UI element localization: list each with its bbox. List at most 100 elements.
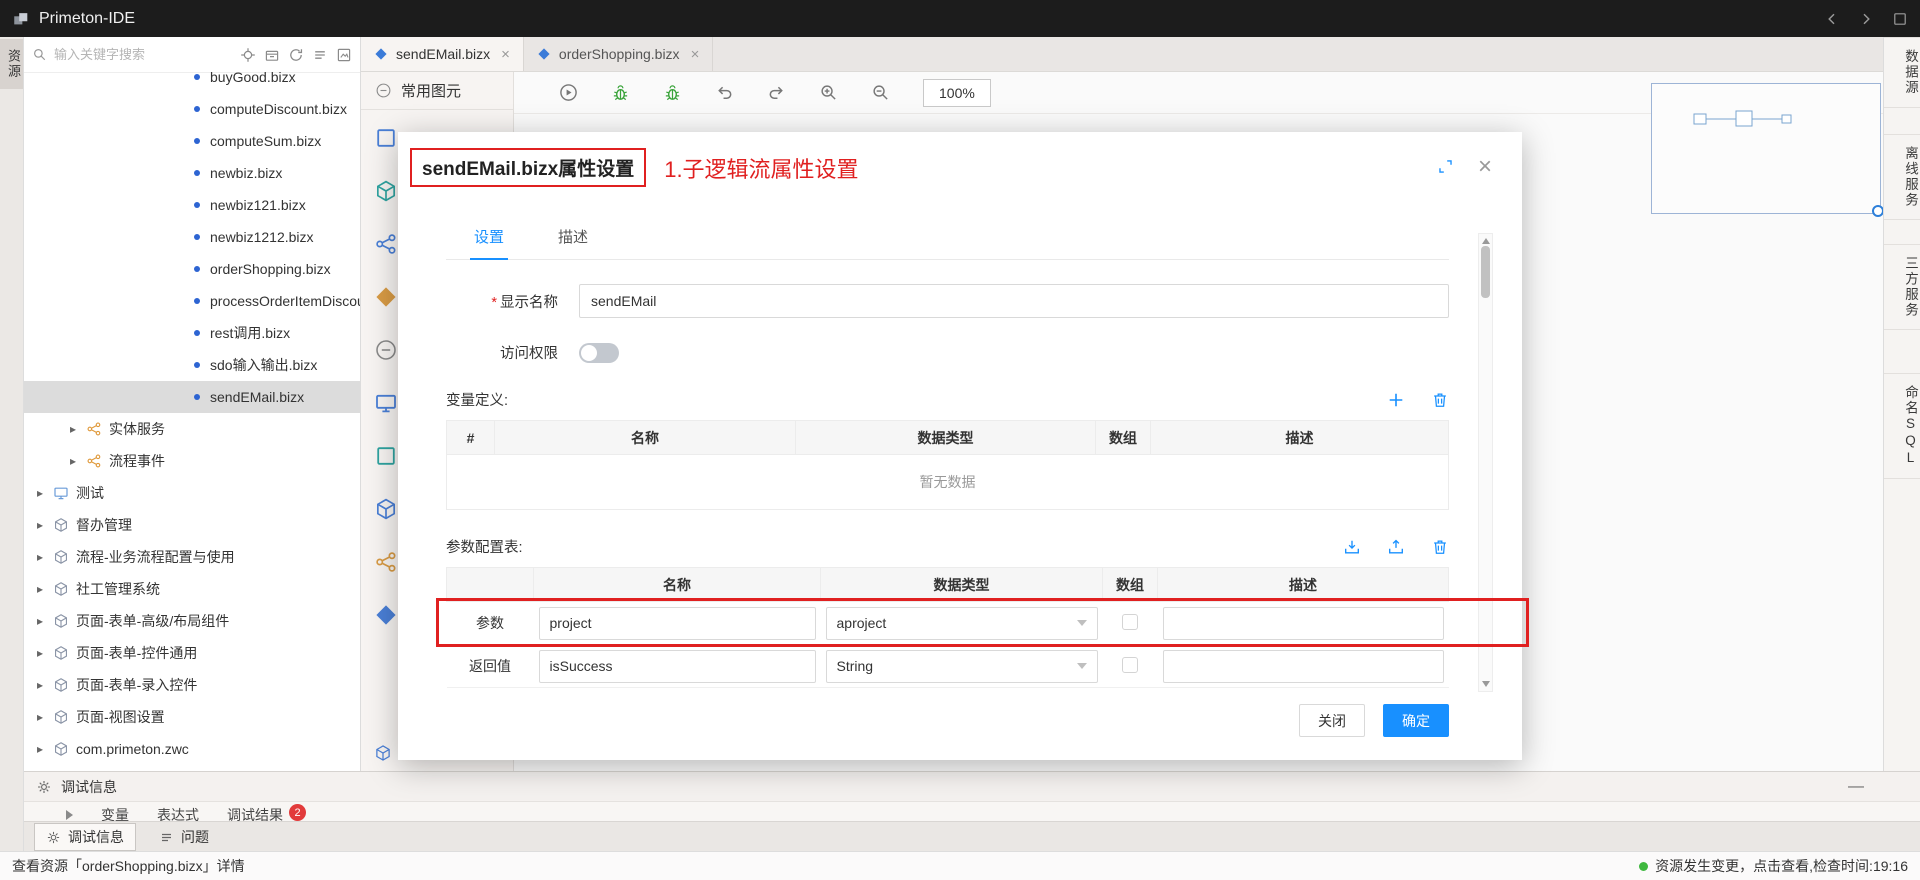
app-title: Primeton-IDE [39,10,135,28]
tree-item[interactable]: ▸流程-业务流程配置与使用 [24,541,360,573]
tree-item[interactable]: sdo输入输出.bizx [24,349,360,381]
tree-item[interactable]: ▸社工管理系统 [24,573,360,605]
export-params-icon[interactable] [1387,538,1405,556]
palette-header[interactable]: 常用图元 [361,72,513,110]
return-desc-input[interactable] [1163,650,1444,683]
tree-item[interactable]: newbiz121.bizx [24,189,360,221]
return-datatype-select[interactable]: String [826,650,1098,683]
chevron-right-icon: ▸ [37,550,47,564]
bottom-tab-debug-info[interactable]: 调试信息 [34,823,136,851]
minimap[interactable] [1651,83,1881,214]
rail-tab-thirdparty-service[interactable]: 三方服务 [1884,244,1920,330]
package-icon [53,613,69,629]
confirm-button[interactable]: 确定 [1383,704,1449,737]
close-icon[interactable]: × [1478,158,1492,175]
tree-item[interactable]: ▸流程事件 [24,445,360,477]
tree-item[interactable]: orderShopping.bizx [24,253,360,285]
nav-forward-icon[interactable] [1858,11,1874,27]
debug-panel: 调试信息 — 变量 表达式 调试结果2 调试信息 问题 [24,771,1920,851]
dialog-footer: 关闭 确定 [446,704,1449,737]
rail-tab-named-sql[interactable]: 命名SQL [1884,373,1920,479]
package-icon [53,741,69,757]
collapse-panel-icon[interactable]: — [1848,782,1864,792]
tree-item[interactable]: ▸页面-表单-录入控件 [24,669,360,701]
zoom-level[interactable]: 100% [923,79,991,107]
chevron-right-icon: ▸ [70,422,80,436]
close-button[interactable]: 关闭 [1299,704,1365,737]
resource-explorer: buyGood.bizx computeDiscount.bizx comput… [24,37,361,771]
tree-item[interactable]: ▸页面-表单-控件通用 [24,637,360,669]
dialog-body: *显示名称 访问权限 变量定义: # 名称 数据类型 [398,284,1522,737]
rail-tab-offline-service[interactable]: 离线服务 [1884,134,1920,220]
tree-item-selected[interactable]: sendEMail.bizx [24,381,360,413]
resource-changed-notice[interactable]: 资源发生变更，点击查看,检查时间:19:16 [1639,856,1908,876]
rail-tab-datasource[interactable]: 数据源 [1884,37,1920,108]
bottom-tab-problems[interactable]: 问题 [148,824,220,850]
params-table: 名称 数据类型 数组 描述 参数 aproject [446,567,1449,688]
display-name-input[interactable] [579,284,1449,318]
col-array: 数组 [1103,568,1158,602]
zoom-in-icon[interactable] [819,83,838,102]
search-input[interactable] [54,47,233,62]
tree-item[interactable]: computeDiscount.bizx [24,93,360,125]
scrollbar-thumb[interactable] [1481,246,1490,298]
import-params-icon[interactable] [1343,538,1361,556]
resource-tree: buyGood.bizx computeDiscount.bizx comput… [24,61,360,765]
editor-tab-sendemail[interactable]: sendEMail.bizx × [361,37,524,71]
param-array-checkbox[interactable] [1122,614,1138,630]
param-name-input[interactable] [539,607,816,640]
editor-tab-ordershopping[interactable]: orderShopping.bizx × [524,37,713,71]
tab-settings[interactable]: 设置 [470,217,508,260]
rail-tab-resources[interactable]: 资源 [0,39,23,89]
window-layout-icon[interactable] [1892,11,1908,27]
tree-item[interactable]: ▸测试 [24,477,360,509]
tree-item[interactable]: rest调用.bizx [24,317,360,349]
chevron-right-icon: ▸ [37,646,47,660]
tab-description[interactable]: 描述 [554,217,592,259]
debug-subtab-expressions[interactable]: 表达式 [157,802,199,821]
param-desc-input[interactable] [1163,607,1444,640]
run-icon[interactable] [559,83,578,102]
service-icon [86,453,102,469]
undo-icon[interactable] [715,83,734,102]
debug-info-icon [46,830,61,845]
return-name-input[interactable] [539,650,816,683]
zoom-out-icon[interactable] [871,83,890,102]
nav-back-icon[interactable] [1824,11,1840,27]
tree-item[interactable]: newbiz.bizx [24,157,360,189]
service-icon [86,421,102,437]
tree-item[interactable]: ▸页面-表单-高级/布局组件 [24,605,360,637]
debug-step-icon[interactable] [663,83,682,102]
redo-icon[interactable] [767,83,786,102]
chevron-right-icon: ▸ [70,454,80,468]
tree-item[interactable]: ▸页面-视图设置 [24,701,360,733]
debug-subtab-variables[interactable]: 变量 [101,802,129,821]
tree-item[interactable]: ▸督办管理 [24,509,360,541]
debug-icon[interactable] [611,83,630,102]
col-array: 数组 [1096,421,1151,455]
tree-item[interactable]: newbiz1212.bizx [24,221,360,253]
left-rail: 资源 [0,37,24,851]
scroll-down-icon[interactable] [1482,681,1490,687]
debug-subtab-results[interactable]: 调试结果2 [227,802,306,821]
collapse-circle-icon[interactable] [375,82,392,99]
dialog-scrollbar[interactable] [1478,233,1493,692]
close-icon[interactable]: × [501,46,510,63]
delete-param-icon[interactable] [1431,538,1449,556]
param-datatype-select[interactable]: aproject [826,607,1098,640]
tree-item[interactable]: ▸实体服务 [24,413,360,445]
editor-tabbar: sendEMail.bizx × orderShopping.bizx × [361,37,1883,72]
tree-item[interactable]: processOrderItemDiscount.bizx [24,285,360,317]
bizx-bullet-icon [194,266,200,272]
delete-variable-icon[interactable] [1431,391,1449,409]
tree-item[interactable]: computeSum.bizx [24,125,360,157]
return-array-checkbox[interactable] [1122,657,1138,673]
maximize-icon[interactable] [1437,158,1454,175]
close-icon[interactable]: × [691,46,700,63]
tree-item[interactable]: ▸com.primeton.zwc [24,733,360,765]
access-permission-toggle[interactable] [579,343,619,363]
tree-item[interactable]: buyGood.bizx [24,61,360,93]
add-variable-icon[interactable] [1387,391,1405,409]
bizx-bullet-icon [194,170,200,176]
scroll-up-icon[interactable] [1482,238,1490,244]
